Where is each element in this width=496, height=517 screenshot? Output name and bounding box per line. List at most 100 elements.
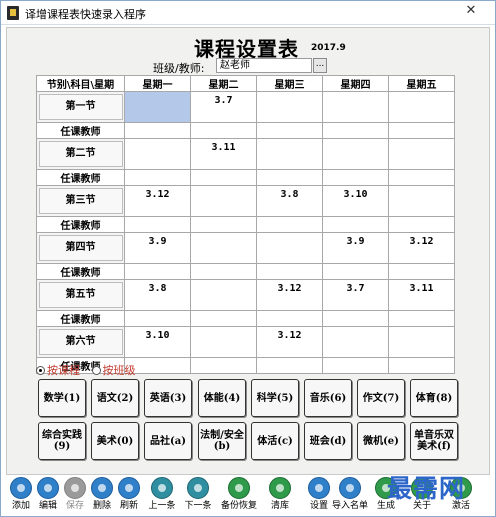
teacher-cell[interactable] <box>190 169 257 186</box>
timetable-cell[interactable] <box>190 279 257 311</box>
timetable-cell[interactable]: 3.12 <box>256 326 323 358</box>
subject-button[interactable]: 单音乐双美术(f) <box>410 422 458 460</box>
teacher-cell[interactable] <box>256 263 323 280</box>
teacher-cell[interactable] <box>124 263 191 280</box>
subject-button[interactable]: 语文(2) <box>91 379 139 417</box>
subject-button[interactable]: 微机(e) <box>357 422 405 460</box>
teacher-cell[interactable] <box>322 122 389 139</box>
subject-button[interactable]: 音乐(6) <box>304 379 352 417</box>
timetable-cell[interactable]: 3.12 <box>388 232 455 264</box>
timetable-cell[interactable]: 3.7 <box>322 279 389 311</box>
timetable-cell[interactable] <box>388 138 455 170</box>
timetable-cell[interactable]: 3.10 <box>322 185 389 217</box>
timetable-cell[interactable] <box>124 138 191 170</box>
timetable-cell[interactable] <box>322 326 389 358</box>
timetable-cell[interactable]: 3.9 <box>322 232 389 264</box>
timetable-cell[interactable] <box>256 91 323 123</box>
radio-selected-icon[interactable] <box>36 366 45 375</box>
mode-by-class[interactable]: 按班级 <box>91 364 144 377</box>
subject-button[interactable]: 作文(7) <box>357 379 405 417</box>
toolbar-button[interactable]: 上一条 <box>144 477 180 512</box>
edit-icon <box>37 477 59 499</box>
subject-button[interactable]: 法制/安全(b) <box>198 422 246 460</box>
add-icon <box>10 477 32 499</box>
subject-button[interactable]: 体育(8) <box>410 379 458 417</box>
subject-button[interactable]: 班会(d) <box>304 422 352 460</box>
teacher-cell[interactable] <box>124 169 191 186</box>
class-teacher-field[interactable]: 赵老师 <box>216 58 312 73</box>
teacher-cell[interactable] <box>256 310 323 327</box>
close-button[interactable]: ✕ <box>456 1 486 21</box>
timetable-cell[interactable] <box>388 185 455 217</box>
watermark-logo: 最需网 <box>387 474 466 503</box>
teacher-cell[interactable] <box>322 357 389 374</box>
radio-unselected-icon[interactable] <box>91 366 101 375</box>
teacher-cell[interactable] <box>388 263 455 280</box>
subject-button[interactable]: 综合实践(9) <box>38 422 86 460</box>
teacher-cell[interactable] <box>124 122 191 139</box>
timetable-cell[interactable] <box>256 232 323 264</box>
period-row: 第一节 3.7 <box>36 91 455 123</box>
teacher-cell[interactable] <box>388 310 455 327</box>
teacher-cell[interactable] <box>388 216 455 233</box>
teacher-label: 任课教师 <box>36 310 125 327</box>
teacher-cell[interactable] <box>190 122 257 139</box>
mode-by-course[interactable]: 按课程 <box>36 364 88 377</box>
subject-button[interactable]: 美术(0) <box>91 422 139 460</box>
teacher-cell[interactable] <box>256 169 323 186</box>
timetable-cell[interactable]: 3.10 <box>124 326 191 358</box>
period-name: 第四节 <box>38 235 123 261</box>
timetable-cell[interactable] <box>388 326 455 358</box>
teacher-cell[interactable] <box>256 357 323 374</box>
subject-button[interactable]: 体能(4) <box>198 379 246 417</box>
timetable-cell[interactable]: 3.12 <box>256 279 323 311</box>
subject-button[interactable]: 数学(1) <box>38 379 86 417</box>
subject-button[interactable]: 科学(5) <box>251 379 299 417</box>
timetable-cell[interactable]: 3.12 <box>124 185 191 217</box>
teacher-cell[interactable] <box>190 216 257 233</box>
teacher-cell[interactable] <box>322 169 389 186</box>
timetable-cell[interactable]: 3.11 <box>388 279 455 311</box>
timetable-cell[interactable]: 3.11 <box>190 138 257 170</box>
teacher-label: 任课教师 <box>36 169 125 186</box>
toolbar-button[interactable]: 备份恢复 <box>221 477 257 512</box>
teacher-cell[interactable] <box>256 216 323 233</box>
teacher-cell[interactable] <box>388 122 455 139</box>
timetable-cell[interactable] <box>388 91 455 123</box>
toolbar-button[interactable]: 下一条 <box>180 477 216 512</box>
teacher-cell[interactable] <box>124 310 191 327</box>
timetable-cell[interactable] <box>322 138 389 170</box>
teacher-cell[interactable] <box>256 122 323 139</box>
teacher-cell[interactable] <box>190 310 257 327</box>
timetable-cell[interactable] <box>322 91 389 123</box>
class-browse-button[interactable]: ... <box>313 58 327 73</box>
timetable-cell[interactable] <box>190 185 257 217</box>
next-icon <box>187 477 209 499</box>
class-teacher-label: 班级/教师: <box>153 62 205 75</box>
teacher-cell[interactable] <box>124 216 191 233</box>
teacher-cell[interactable] <box>388 169 455 186</box>
teacher-cell[interactable] <box>190 263 257 280</box>
subject-button[interactable]: 体活(c) <box>251 422 299 460</box>
teacher-cell[interactable] <box>190 357 257 374</box>
toolbar-button[interactable]: 清库 <box>262 477 298 512</box>
timetable-cell[interactable] <box>190 232 257 264</box>
teacher-cell[interactable] <box>322 310 389 327</box>
timetable-cell[interactable] <box>190 326 257 358</box>
teacher-cell[interactable] <box>322 263 389 280</box>
toolbar-button[interactable]: 刷新 <box>111 477 147 512</box>
subject-button[interactable]: 品社(a) <box>144 422 192 460</box>
subject-button[interactable]: 英语(3) <box>144 379 192 417</box>
timetable-cell[interactable] <box>256 138 323 170</box>
timetable-cell[interactable]: 3.7 <box>190 91 257 123</box>
timetable-cell[interactable]: 3.9 <box>124 232 191 264</box>
period-label: 第五节 <box>36 279 125 311</box>
toolbar-button[interactable]: 导入名单 <box>332 477 368 512</box>
toolbar-button-label: 刷新 <box>119 501 138 511</box>
timetable-cell[interactable] <box>124 91 191 123</box>
teacher-cell[interactable] <box>322 216 389 233</box>
timetable-cell[interactable]: 3.8 <box>256 185 323 217</box>
clear-icon <box>269 477 291 499</box>
timetable-cell[interactable]: 3.8 <box>124 279 191 311</box>
teacher-cell[interactable] <box>388 357 455 374</box>
